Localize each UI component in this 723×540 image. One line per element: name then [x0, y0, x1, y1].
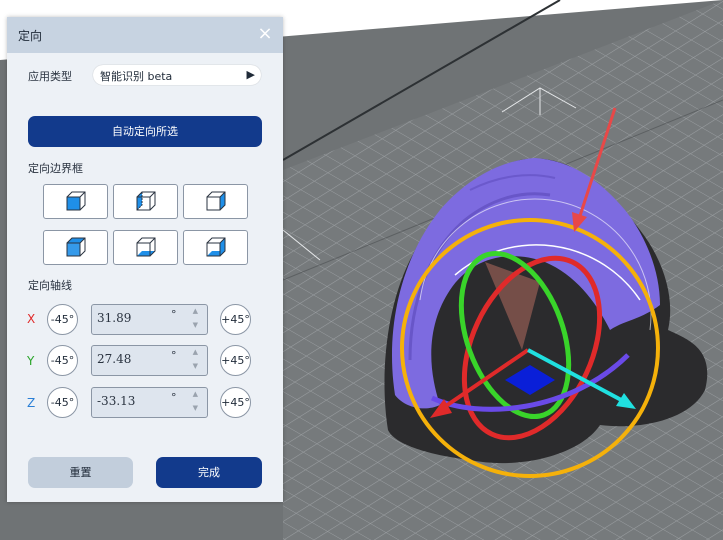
z-angle-value: -33.13 [97, 394, 136, 408]
x-plus-45-button[interactable]: +45° [220, 304, 251, 335]
caret-right-icon: ▶ [246, 68, 255, 81]
done-button[interactable]: 完成 [156, 457, 262, 488]
y-angle-value: 27.48 [97, 352, 132, 366]
app-type-select[interactable]: 智能识别 beta ▶ [93, 65, 261, 85]
cube-front-face-icon [66, 191, 86, 211]
z-minus-45-button[interactable]: -45° [47, 387, 78, 418]
cube-right-bottom-face-button[interactable] [183, 230, 248, 265]
axes-label: 定向轴线 [28, 279, 72, 292]
axis-z-label: Z [27, 396, 36, 410]
panel-title: 定向 [18, 29, 43, 43]
cube-bottom-face-button[interactable] [113, 230, 178, 265]
spin-up-icon[interactable]: ▲ [193, 307, 198, 315]
cube-bottom-face-icon [136, 237, 156, 257]
cube-front-face-button[interactable] [43, 184, 108, 219]
cube-right-bottom-face-icon [206, 237, 226, 257]
spin-down-icon[interactable]: ▼ [193, 404, 198, 412]
panel-header: 定向 × [7, 17, 283, 53]
auto-orient-button[interactable]: 自动定向所选 [28, 116, 262, 147]
cube-left-face-icon [136, 191, 156, 211]
close-icon[interactable]: × [255, 23, 275, 45]
degree-symbol: ° [171, 349, 177, 362]
x-minus-45-button[interactable]: -45° [47, 304, 78, 335]
bbox-label: 定向边界框 [28, 162, 83, 175]
degree-symbol: ° [171, 308, 177, 321]
cube-right-face-button[interactable] [183, 184, 248, 219]
cube-left-face-button[interactable] [113, 184, 178, 219]
x-angle-input[interactable]: 31.89 ° ▲ ▼ [91, 304, 208, 335]
y-angle-input[interactable]: 27.48 ° ▲ ▼ [91, 345, 208, 376]
reset-button[interactable]: 重置 [28, 457, 133, 488]
cube-top-face-button[interactable] [43, 230, 108, 265]
orientation-panel: 定向 × 应用类型 智能识别 beta ▶ 自动定向所选 定向边界框 定向轴线 … [7, 17, 283, 502]
spin-up-icon[interactable]: ▲ [193, 390, 198, 398]
y-minus-45-button[interactable]: -45° [47, 345, 78, 376]
app-type-value: 智能识别 beta [100, 70, 173, 83]
z-angle-input[interactable]: -33.13 ° ▲ ▼ [91, 387, 208, 418]
y-plus-45-button[interactable]: +45° [220, 345, 251, 376]
spin-down-icon[interactable]: ▼ [193, 321, 198, 329]
axis-y-label: Y [27, 354, 35, 368]
degree-symbol: ° [171, 391, 177, 404]
spin-up-icon[interactable]: ▲ [193, 348, 198, 356]
z-plus-45-button[interactable]: +45° [220, 387, 251, 418]
spin-down-icon[interactable]: ▼ [193, 362, 198, 370]
cube-right-face-icon [206, 191, 226, 211]
axis-x-label: X [27, 312, 36, 326]
app-type-label: 应用类型 [28, 70, 72, 83]
cube-top-face-icon [66, 237, 86, 257]
x-angle-value: 31.89 [97, 311, 132, 325]
